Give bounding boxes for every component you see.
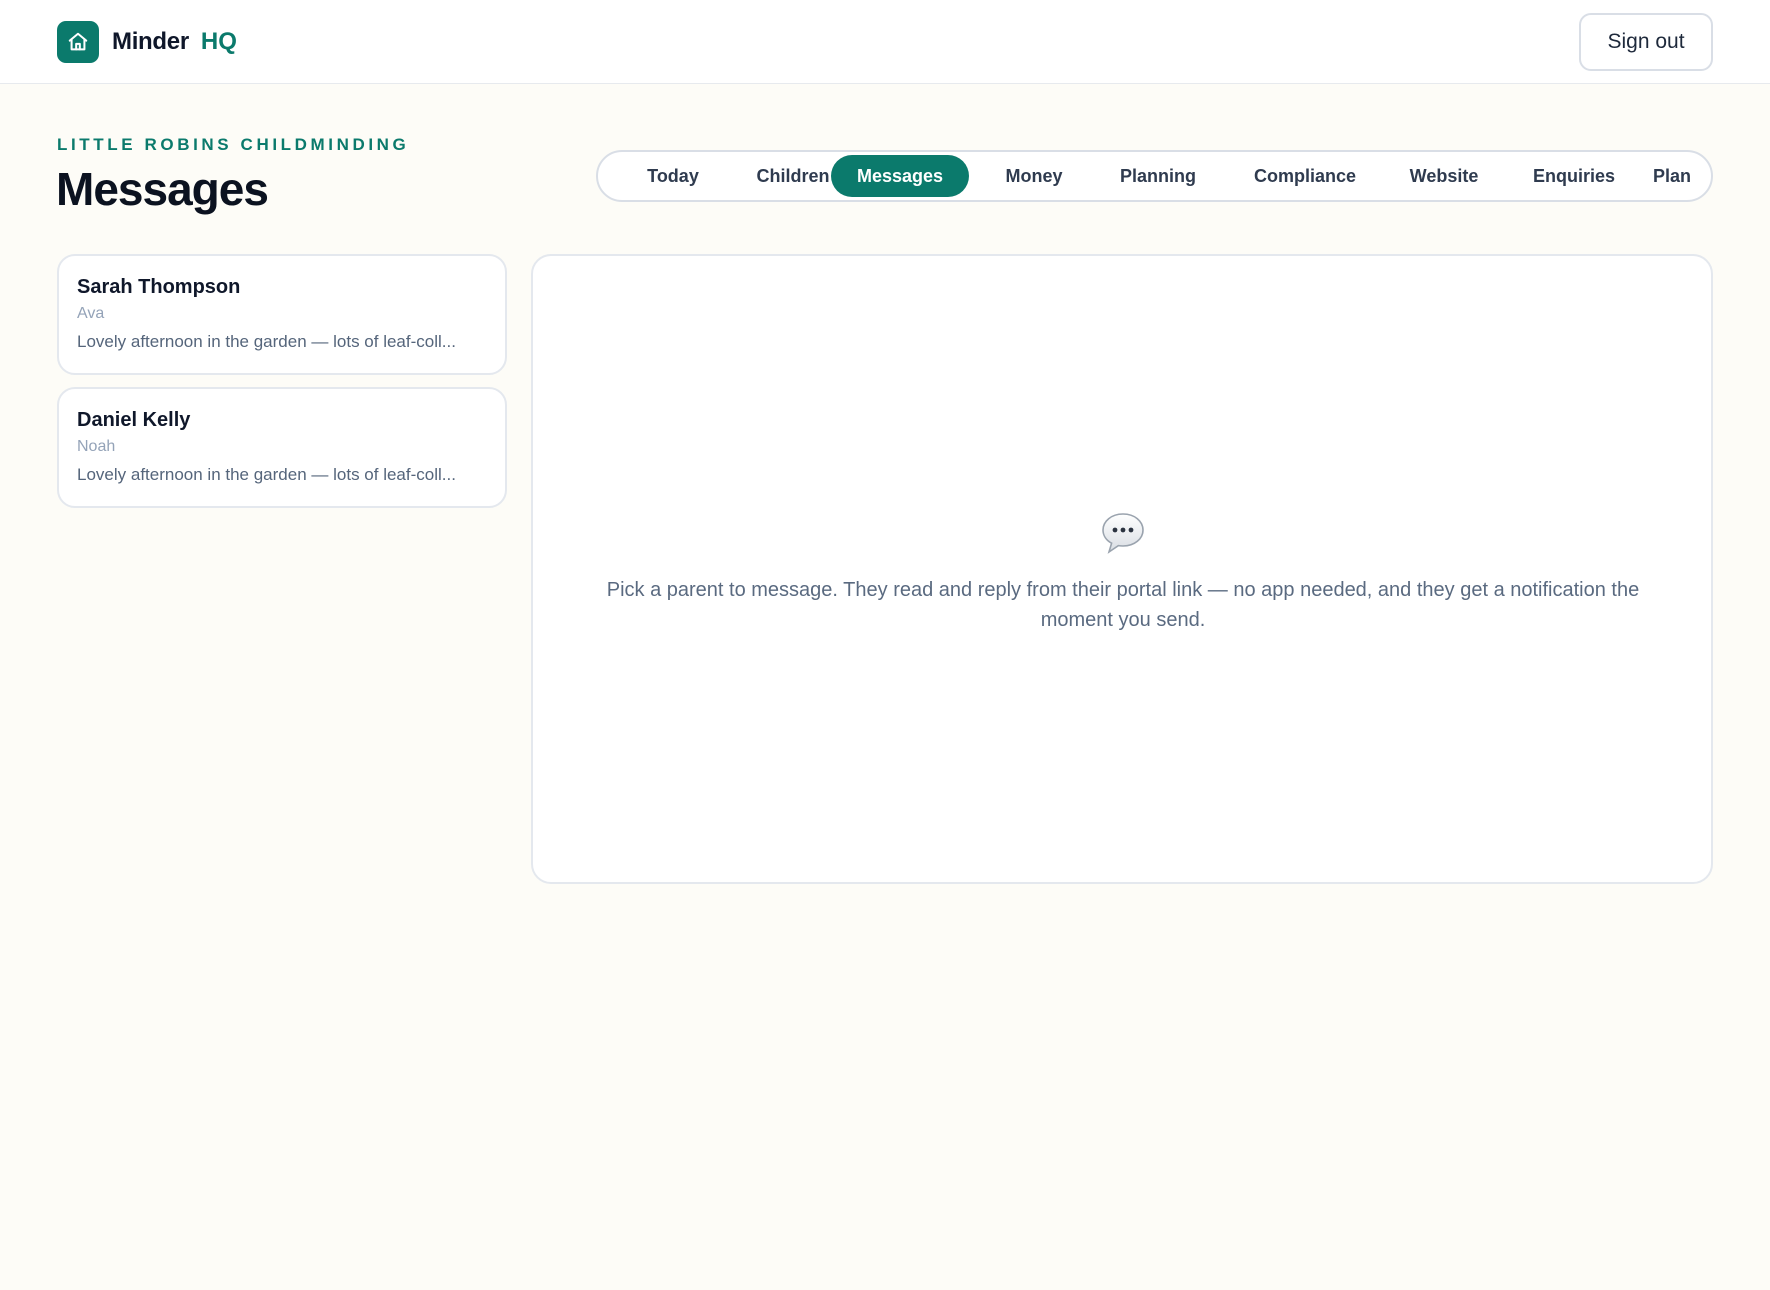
main-nav-tabs: Today Children Messages Money Planning C…: [596, 150, 1713, 202]
tab-today[interactable]: Today: [623, 155, 723, 197]
thread-sarah-thompson[interactable]: Sarah Thompson Ava Lovely afternoon in t…: [57, 254, 507, 375]
brand[interactable]: Minder HQ: [57, 21, 237, 63]
business-name: LITTLE ROBINS CHILDMINDING: [57, 135, 410, 154]
brand-suffix: HQ: [200, 28, 237, 55]
sign-out-button[interactable]: Sign out: [1579, 13, 1713, 71]
thread-parent-name: Sarah Thompson: [77, 276, 241, 298]
thread-child-name: Ava: [77, 305, 105, 322]
thread-daniel-kelly[interactable]: Daniel Kelly Noah Lovely afternoon in th…: [57, 387, 507, 508]
brand-name: Minder: [112, 28, 189, 55]
thread-child-name: Noah: [77, 438, 116, 455]
tab-messages[interactable]: Messages: [831, 155, 969, 197]
tab-plan[interactable]: Plan: [1632, 155, 1712, 197]
top-bar: Minder HQ Sign out: [0, 0, 1770, 84]
speech-bubble-icon: [1099, 509, 1147, 557]
thread-parent-name: Daniel Kelly: [77, 409, 191, 431]
tab-money[interactable]: Money: [979, 155, 1089, 197]
tab-compliance[interactable]: Compliance: [1228, 155, 1382, 197]
tab-enquiries[interactable]: Enquiries: [1509, 155, 1639, 197]
tab-planning[interactable]: Planning: [1095, 155, 1221, 197]
empty-state-message: Pick a parent to message. They read and …: [606, 579, 1640, 631]
home-icon: [57, 21, 99, 63]
page-title: Messages: [56, 163, 269, 215]
tab-website[interactable]: Website: [1386, 155, 1502, 197]
conversation-panel: Pick a parent to message. They read and …: [531, 254, 1713, 884]
thread-preview: Lovely afternoon in the garden — lots of…: [77, 332, 456, 351]
thread-preview: Lovely afternoon in the garden — lots of…: [77, 465, 456, 484]
